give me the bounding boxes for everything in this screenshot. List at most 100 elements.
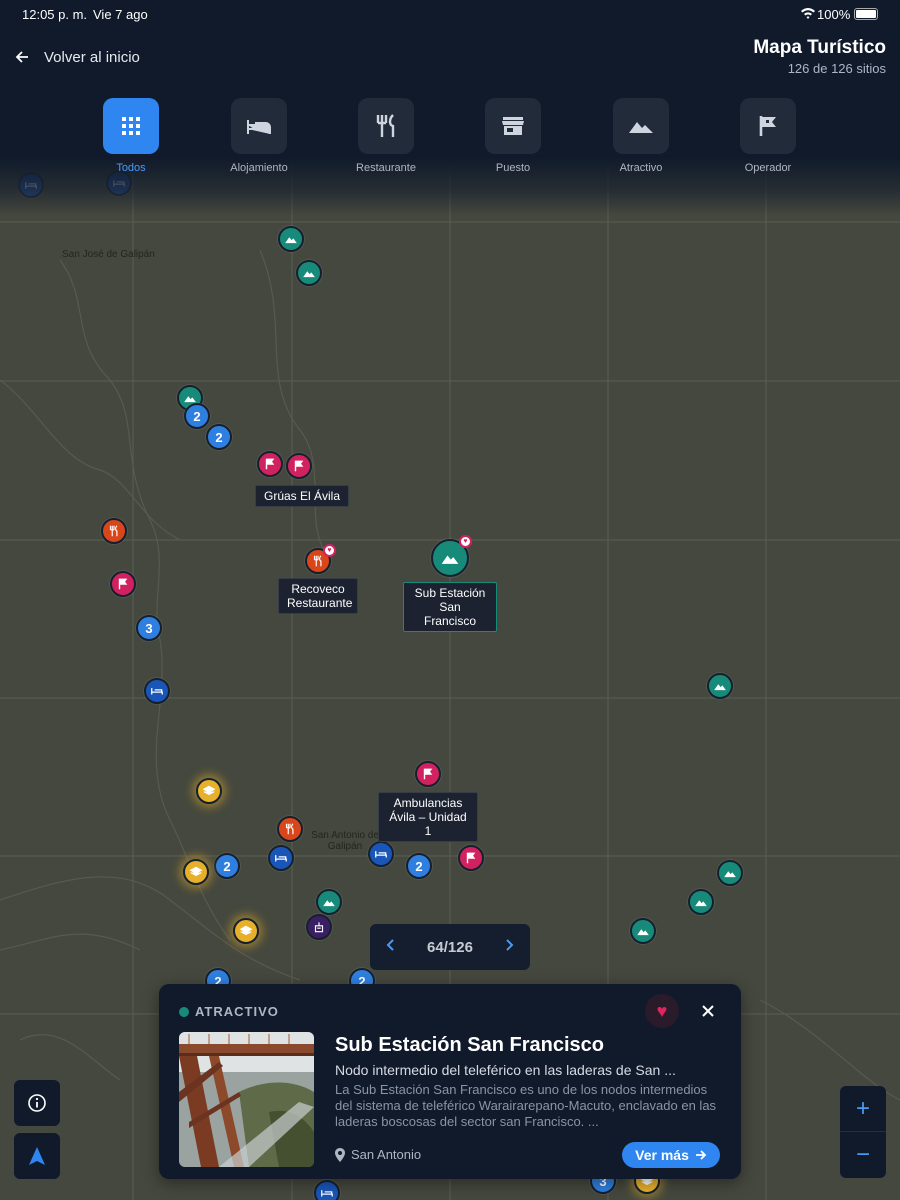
close-button[interactable]: [693, 996, 723, 1026]
cluster-marker[interactable]: 2: [206, 424, 232, 450]
map-label-recoveco[interactable]: Recoveco Restaurante: [278, 578, 358, 614]
bed-icon: [151, 688, 163, 695]
attraction-marker[interactable]: [296, 260, 322, 286]
mountain-icon: [714, 684, 726, 691]
operator-marker[interactable]: [286, 453, 312, 479]
filter-alojamiento[interactable]: Alojamiento: [214, 98, 304, 174]
close-icon: [702, 1005, 714, 1017]
cluster-marker[interactable]: 3: [136, 615, 162, 641]
attraction-marker[interactable]: [688, 889, 714, 915]
attraction-marker[interactable]: [630, 918, 656, 944]
attraction-marker[interactable]: [717, 860, 743, 886]
info-icon: [28, 1094, 46, 1112]
battery-percent: 100%: [817, 7, 851, 22]
restaurant-marker[interactable]: [101, 518, 127, 544]
mountain-icon: [724, 871, 736, 878]
filter-puesto[interactable]: Puesto: [468, 98, 558, 174]
service-marker[interactable]: [306, 914, 332, 940]
operator-marker[interactable]: [257, 451, 283, 477]
category-filter-bar: Todos Alojamiento Restaurante Puesto Atr…: [0, 86, 900, 216]
flag-icon: [740, 98, 796, 154]
place-title: Sub Estación San Francisco: [335, 1034, 604, 1056]
status-time: 12:05 p. m.: [22, 7, 88, 22]
arrow-left-icon: [15, 51, 28, 63]
flag-icon: [423, 768, 433, 780]
restaurant-icon: [358, 98, 414, 154]
filter-label: Puesto: [495, 162, 531, 174]
zoom-divider: [840, 1131, 886, 1132]
heart-icon: ♥: [656, 1000, 668, 1021]
flag-icon: [265, 458, 275, 470]
filter-restaurante[interactable]: Restaurante: [341, 98, 431, 174]
restaurant-icon: [109, 525, 118, 537]
next-button[interactable]: [502, 938, 516, 957]
page-title: Mapa Turístico: [753, 37, 886, 58]
zoom-controls: + −: [840, 1086, 886, 1178]
operator-marker[interactable]: [110, 571, 136, 597]
location-label: San Antonio: [351, 1147, 422, 1162]
restaurant-icon: [313, 555, 322, 567]
stall-marker[interactable]: [196, 778, 222, 804]
place-location: San Antonio: [335, 1147, 421, 1162]
category-badge: ATRACTIVO: [179, 1004, 279, 1019]
medical-icon: [314, 922, 324, 933]
chevron-right-icon: [506, 938, 514, 951]
lodging-marker[interactable]: [268, 845, 294, 871]
filter-label: Restaurante: [356, 162, 416, 174]
back-button[interactable]: Volver al inicio: [14, 46, 144, 68]
filter-label: Alojamiento: [230, 162, 288, 174]
map-label-subestacion[interactable]: Sub Estación San Francisco: [403, 582, 497, 632]
lodging-marker[interactable]: [368, 841, 394, 867]
back-label: Volver al inicio: [44, 48, 140, 66]
layers-icon: [189, 866, 203, 877]
status-date: Vie 7 ago: [93, 7, 148, 22]
bed-icon: [321, 1190, 333, 1197]
place-photo[interactable]: [179, 1032, 314, 1167]
see-more-button[interactable]: Ver más: [622, 1142, 720, 1168]
lodging-marker[interactable]: [314, 1180, 340, 1200]
cluster-marker[interactable]: 2: [184, 403, 210, 429]
navigation-arrow-icon: [29, 1147, 45, 1165]
status-bar: 12:05 p. m. Vie 7 ago 100%: [0, 0, 900, 30]
restaurant-marker[interactable]: [277, 816, 303, 842]
layers-icon: [202, 785, 216, 796]
cluster-marker[interactable]: 2: [406, 853, 432, 879]
attraction-marker[interactable]: [707, 673, 733, 699]
filter-atractivo[interactable]: Atractivo: [596, 98, 686, 174]
bed-icon: [275, 855, 287, 862]
zoom-in-button[interactable]: +: [840, 1086, 886, 1132]
place-label: San José de Galipán: [62, 249, 155, 260]
attraction-marker[interactable]: [316, 889, 342, 915]
lodging-marker[interactable]: [144, 678, 170, 704]
operator-marker[interactable]: [458, 845, 484, 871]
stall-marker[interactable]: [183, 859, 209, 885]
flag-icon: [294, 460, 304, 472]
prev-button[interactable]: [384, 938, 398, 957]
favorite-button[interactable]: ♥: [645, 994, 679, 1028]
favorite-badge-icon: [459, 535, 472, 548]
map-label-ambulancias[interactable]: Ambulancias Ávila – Unidad 1: [378, 792, 478, 842]
filter-todos[interactable]: Todos: [86, 98, 176, 174]
place-detail-card[interactable]: ATRACTIVO ♥ Sub Estación San Francisco N…: [159, 984, 741, 1179]
operator-marker[interactable]: [415, 761, 441, 787]
category-dot: [179, 1006, 189, 1017]
filter-operador[interactable]: Operador: [723, 98, 813, 174]
top-bar: 12:05 p. m. Vie 7 ago 100% Volver al ini…: [0, 0, 900, 86]
grid-icon: [103, 98, 159, 154]
cluster-marker[interactable]: 2: [214, 853, 240, 879]
filter-label: Operador: [744, 162, 792, 174]
pager-position: 64/126: [427, 938, 473, 956]
stall-marker[interactable]: [233, 918, 259, 944]
map-label-gruas[interactable]: Grúas El Ávila: [255, 485, 350, 507]
flag-icon: [118, 578, 128, 590]
info-button[interactable]: [14, 1080, 60, 1126]
chevron-left-icon: [386, 938, 394, 951]
flag-icon: [466, 852, 476, 864]
mountain-icon: [323, 900, 335, 907]
zoom-out-button[interactable]: −: [840, 1132, 886, 1178]
mountain-icon: [613, 98, 669, 154]
category-label: ATRACTIVO: [195, 1004, 279, 1019]
attraction-marker[interactable]: [278, 226, 304, 252]
filter-label: Atractivo: [619, 162, 663, 174]
locate-me-button[interactable]: [14, 1133, 60, 1179]
